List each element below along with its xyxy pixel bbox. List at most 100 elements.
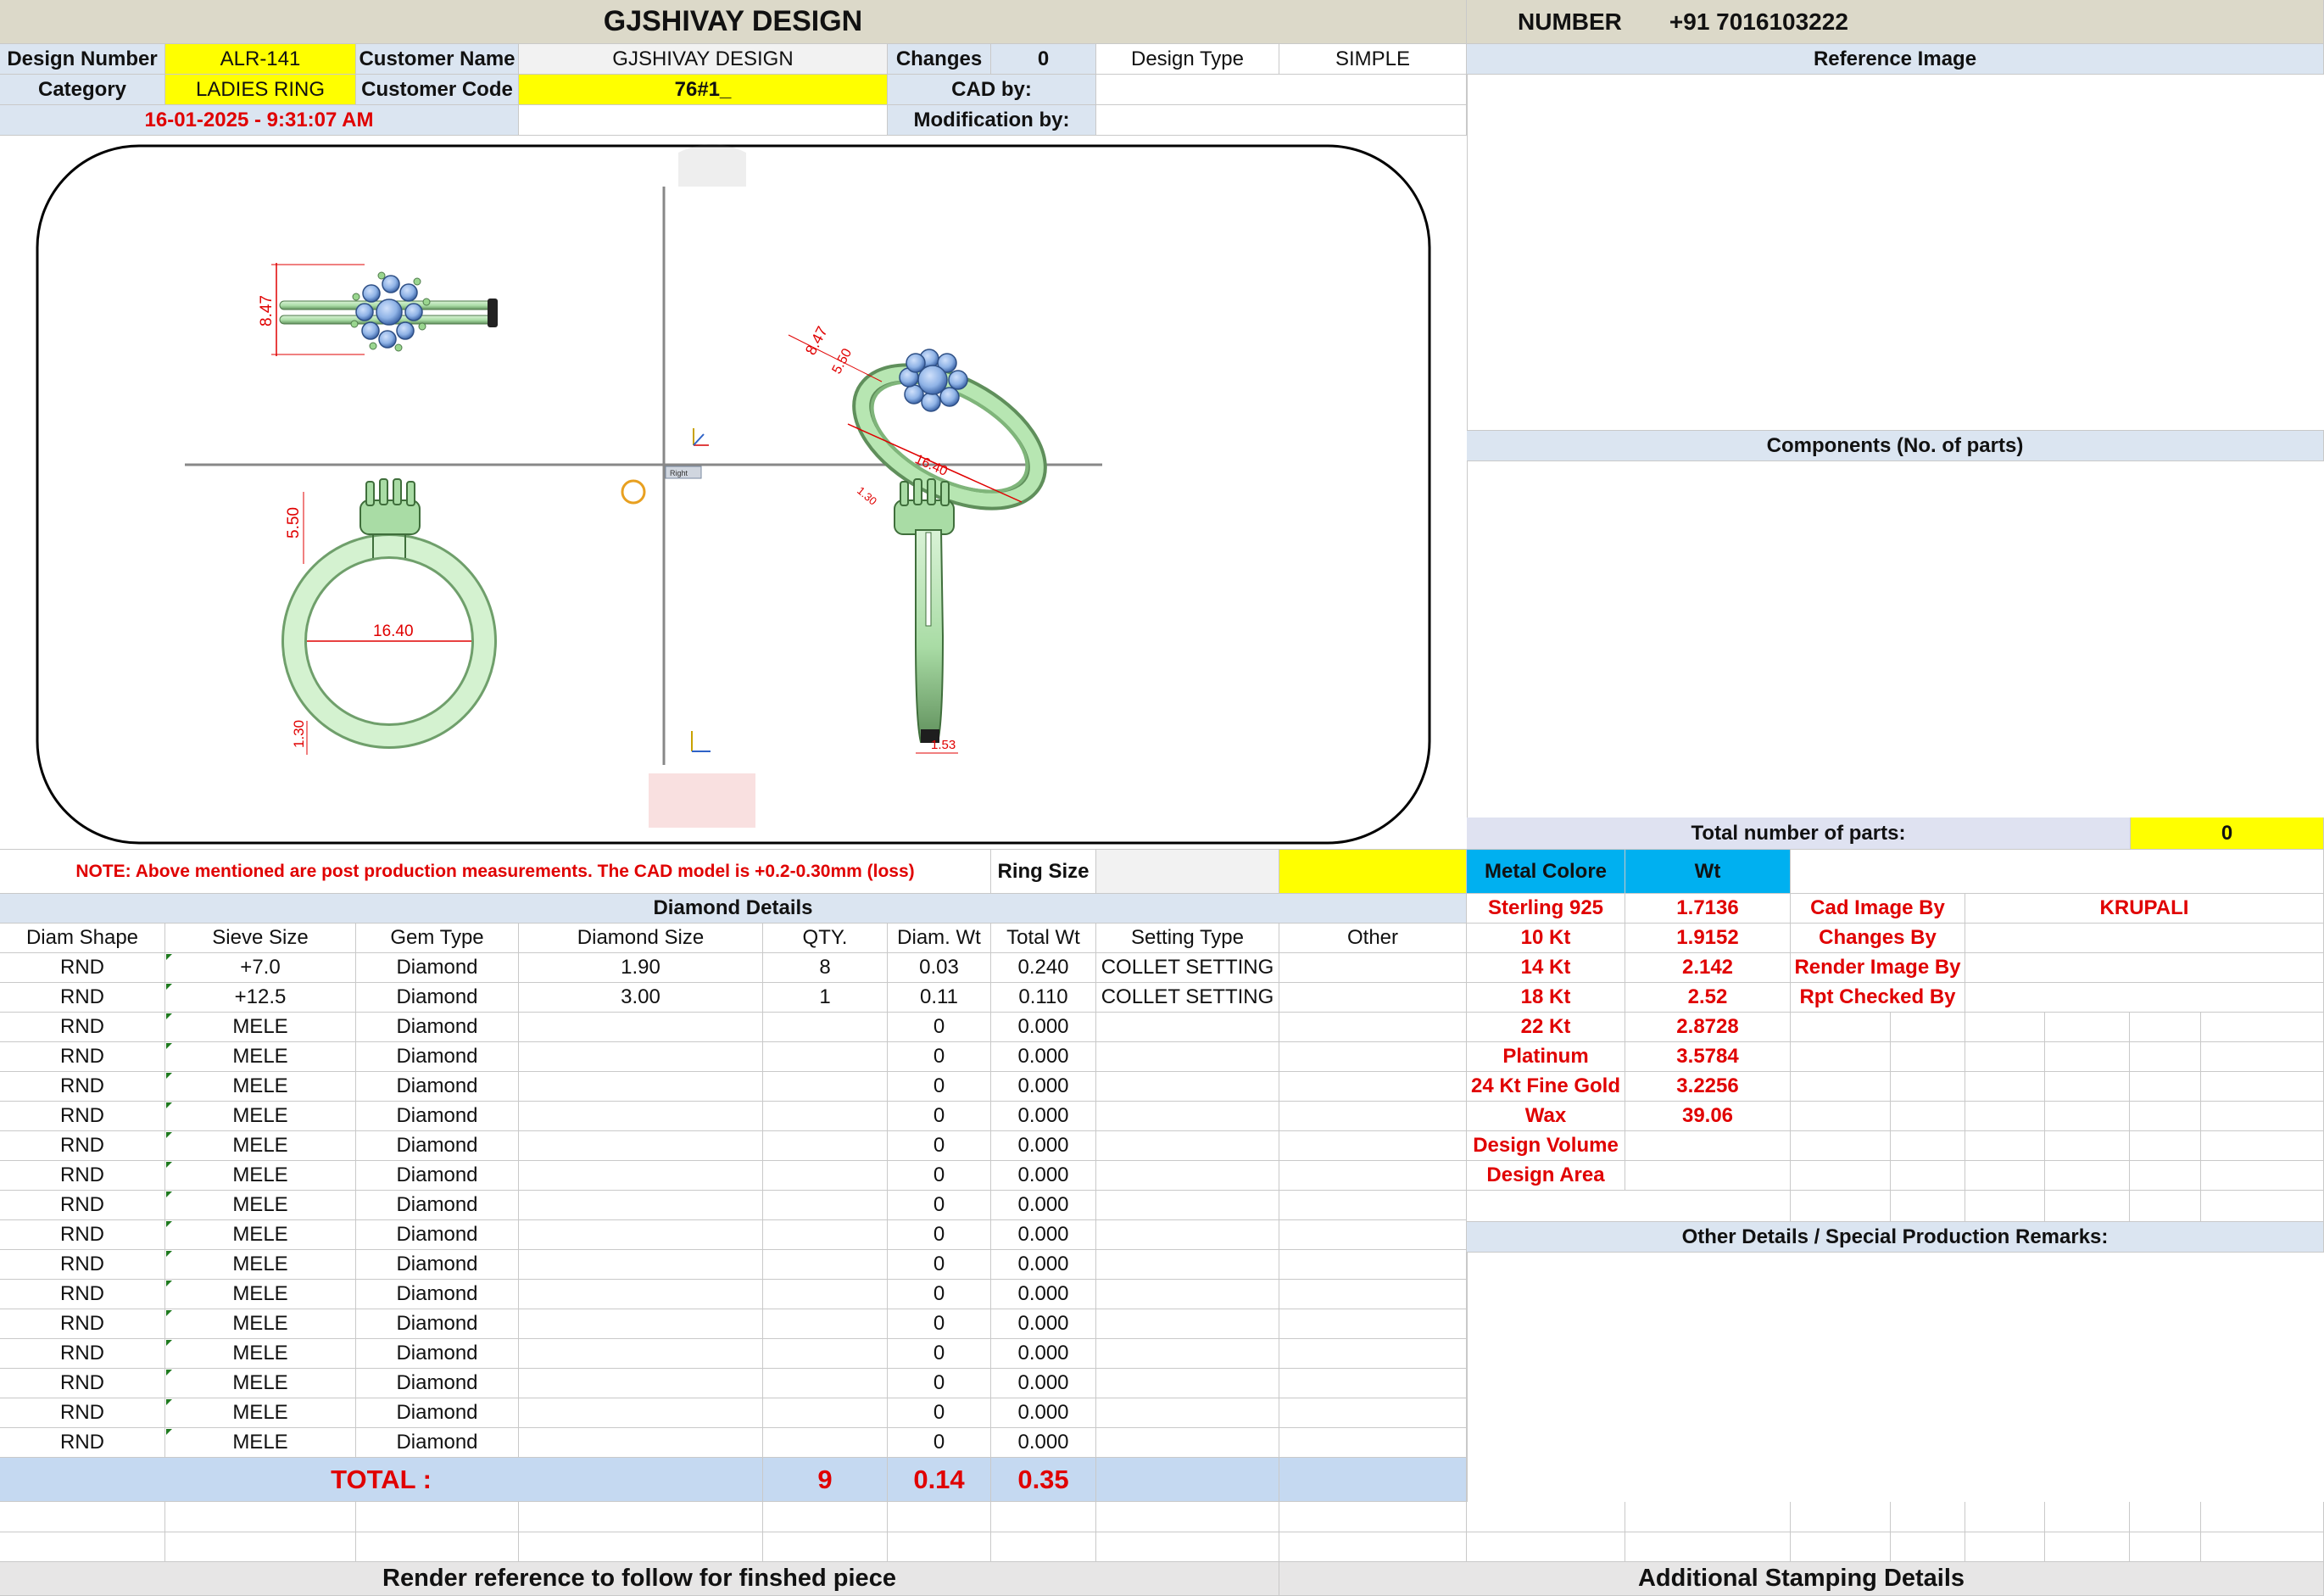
header-diam-wt: Diam. Wt xyxy=(888,924,991,953)
credit-label: Rpt Checked By xyxy=(1791,983,1965,1013)
contact-label: NUMBER xyxy=(1518,8,1622,35)
cell-sieve-size: MELE xyxy=(165,1191,356,1220)
metal-name: 22 Kt xyxy=(1467,1013,1625,1042)
cell-total-wt: 0.000 xyxy=(991,1042,1096,1072)
cell-diam-wt: 0 xyxy=(888,1161,991,1191)
grid-cell xyxy=(356,1502,519,1532)
grid-cell xyxy=(2201,1131,2324,1161)
cell-qty xyxy=(763,1161,888,1191)
cell-diam-shape: RND xyxy=(0,1428,165,1458)
cell-diam-wt: 0 xyxy=(888,1369,991,1398)
cell-gem-type: Diamond xyxy=(356,1398,519,1428)
grid-cell xyxy=(1467,1532,1625,1562)
cell-gem-type: Diamond xyxy=(356,1013,519,1042)
cell-setting-type xyxy=(1096,1042,1279,1072)
grid-cell xyxy=(1096,1502,1279,1532)
cell-marker-icon xyxy=(166,1251,172,1257)
grid-cell xyxy=(2201,1191,2324,1222)
grid-cell xyxy=(888,1532,991,1562)
total-wt: 0.35 xyxy=(991,1458,1096,1502)
cell-qty xyxy=(763,1280,888,1309)
cell-setting-type xyxy=(1096,1339,1279,1369)
dim-side-width: 1.53 xyxy=(931,738,956,752)
metal-weight xyxy=(1625,1161,1791,1191)
cell-marker-icon xyxy=(166,1429,172,1435)
cell-other xyxy=(1279,1191,1467,1220)
grid-cell xyxy=(2201,1502,2324,1532)
cell-diam-shape: RND xyxy=(0,1191,165,1220)
design-number-label: Design Number xyxy=(0,44,165,75)
grid-cell xyxy=(2130,1072,2201,1102)
grid-cell xyxy=(1891,1042,1965,1072)
total-diam-wt: 0.14 xyxy=(888,1458,991,1502)
cell-setting-type xyxy=(1096,1280,1279,1309)
cell-diamond-size xyxy=(519,1339,763,1369)
cell-qty xyxy=(763,1220,888,1250)
cell-marker-icon xyxy=(166,1073,172,1079)
grid-cell xyxy=(2045,1072,2130,1102)
cell-sieve-size: MELE xyxy=(165,1102,356,1131)
cell-marker-icon xyxy=(166,1340,172,1346)
grid-cell xyxy=(2201,1072,2324,1102)
metal-name: Design Volume xyxy=(1467,1131,1625,1161)
cell-setting-type xyxy=(1096,1191,1279,1220)
total-parts-label: Total number of parts: xyxy=(1467,818,2131,850)
grid-cell xyxy=(2201,1013,2324,1042)
grid-cell xyxy=(1791,1131,1891,1161)
grid-cell xyxy=(1891,1013,1965,1042)
page-title: GJSHIVAY DESIGN xyxy=(0,0,1467,44)
metal-weight: 2.52 xyxy=(1625,983,1791,1013)
changes-label: Changes xyxy=(888,44,991,75)
cell-total-wt: 0.000 xyxy=(991,1013,1096,1042)
diamond-section-title: Diamond Details xyxy=(0,894,1467,924)
cell-gem-type: Diamond xyxy=(356,1428,519,1458)
cell-gem-type: Diamond xyxy=(356,1280,519,1309)
cell-diamond-size xyxy=(519,1191,763,1220)
cell-diam-wt: 0 xyxy=(888,1042,991,1072)
reference-image-area xyxy=(1467,75,2324,431)
cell-setting-type xyxy=(1096,1398,1279,1428)
cell-other xyxy=(1279,1428,1467,1458)
cell-diamond-size xyxy=(519,1280,763,1309)
cell-gem-type: Diamond xyxy=(356,983,519,1013)
cell-diam-wt: 0 xyxy=(888,1280,991,1309)
grid-cell xyxy=(165,1502,356,1532)
cell-sieve-size: MELE xyxy=(165,1072,356,1102)
cell-diamond-size xyxy=(519,1131,763,1161)
cell-sieve-size: MELE xyxy=(165,1220,356,1250)
cell-diam-shape: RND xyxy=(0,1398,165,1428)
cell-diamond-size xyxy=(519,1250,763,1280)
grid-cell xyxy=(1965,1502,2045,1532)
grid-cell xyxy=(1965,1191,2045,1222)
grid-cell xyxy=(991,1532,1096,1562)
cell-setting-type xyxy=(1096,1102,1279,1131)
grid-cell xyxy=(1625,1532,1791,1562)
cell-gem-type: Diamond xyxy=(356,1250,519,1280)
ring-size-value[interactable] xyxy=(1096,850,1279,894)
metal-blank-row xyxy=(1467,1191,1791,1222)
cell-setting-type xyxy=(1096,1131,1279,1161)
cell-qty xyxy=(763,1072,888,1102)
grid-cell xyxy=(2130,1191,2201,1222)
drawing-frame xyxy=(36,144,1431,845)
grid-cell xyxy=(1965,1072,2045,1102)
cell-total-wt: 0.240 xyxy=(991,953,1096,983)
grid-cell xyxy=(1891,1502,1965,1532)
cell-diam-wt: 0 xyxy=(888,1191,991,1220)
cell-qty xyxy=(763,1102,888,1131)
cell-diam-shape: RND xyxy=(0,1309,165,1339)
cell-marker-icon xyxy=(166,984,172,990)
grid-cell xyxy=(1791,1102,1891,1131)
other-details-area xyxy=(1467,1253,2324,1502)
cell-total-wt: 0.000 xyxy=(991,1280,1096,1309)
customer-code-value: 76#1_ xyxy=(519,75,888,105)
cell-other xyxy=(1279,1280,1467,1309)
modification-by-value xyxy=(1096,105,1467,136)
cell-sieve-size: MELE xyxy=(165,1369,356,1398)
cell-gem-type: Diamond xyxy=(356,1161,519,1191)
grid-cell xyxy=(1791,1042,1891,1072)
cell-diam-shape: RND xyxy=(0,1013,165,1042)
changes-value: 0 xyxy=(991,44,1096,75)
grid-cell xyxy=(1891,1532,1965,1562)
cell-qty xyxy=(763,1398,888,1428)
